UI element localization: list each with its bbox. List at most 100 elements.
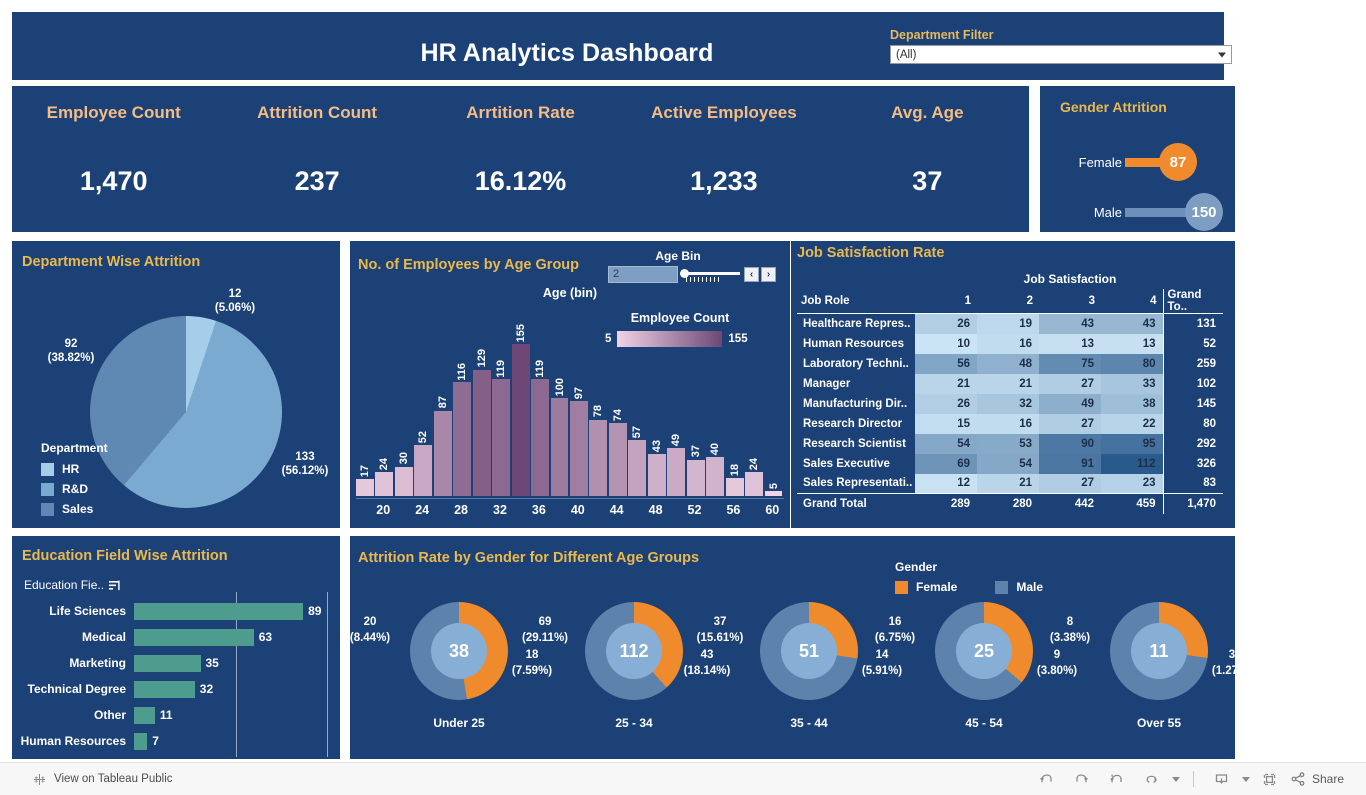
cell-value: 13 [1039, 333, 1101, 354]
age-group-bar[interactable]: 30 [394, 303, 413, 496]
education-category-label: Technical Degree [27, 682, 126, 696]
bar-rect [745, 472, 764, 496]
gender-attrition-female-row[interactable]: Female 87 [1060, 143, 1197, 181]
bar-value-label: 155 [514, 323, 527, 342]
fullscreen-button[interactable] [1255, 767, 1285, 791]
age-group-bar[interactable]: 116 [453, 303, 472, 496]
cell-grand-total: 102 [1162, 373, 1223, 394]
male-swatch [995, 580, 1009, 594]
age-group-bar[interactable]: 119 [492, 303, 511, 496]
col-header-4: 4 [1101, 289, 1163, 314]
age-group-bar[interactable]: 57 [628, 303, 647, 496]
age-group-bar[interactable]: 37 [686, 303, 705, 496]
gender-legend-female[interactable]: Female [895, 577, 957, 597]
gender-attrition-male-row[interactable]: Male 150 [1060, 193, 1223, 231]
age-bin-slider[interactable] [680, 266, 742, 283]
cell-value: 43 [1101, 313, 1163, 334]
cell-grand-total: 145 [1162, 393, 1223, 414]
age-group-bar[interactable]: 87 [433, 303, 452, 496]
age-bin-prev-button[interactable]: ‹ [744, 267, 759, 282]
education-bar-row[interactable]: Medical 63 [12, 624, 340, 650]
bar-rect [647, 453, 666, 496]
age-group-bar[interactable]: 97 [570, 303, 588, 496]
education-bar [134, 706, 155, 724]
x-axis-tick: 44 [609, 503, 624, 517]
age-group-bar[interactable]: 155 [511, 303, 530, 496]
department-filter-value: (All) [896, 48, 917, 61]
education-bar-row[interactable]: Marketing 35 [12, 650, 340, 676]
age-group-bar[interactable]: 78 [589, 303, 608, 496]
education-bar-row[interactable]: Life Sciences 89 [12, 598, 340, 624]
table-row[interactable]: Manager 21 21 27 33 102 [797, 373, 1223, 394]
bar-rect [492, 379, 511, 496]
bar-value-label: 129 [475, 349, 488, 368]
bar-value-label: 78 [592, 405, 605, 418]
education-bar-row[interactable]: Technical Degree 32 [12, 676, 340, 702]
table-row[interactable]: Research Scientist 54 53 90 95 292 [797, 433, 1223, 454]
bar-value-label: 116 [456, 362, 469, 381]
table-row[interactable]: Sales Representati.. 12 21 27 23 83 [797, 473, 1223, 494]
age-group-bar[interactable]: 119 [531, 303, 550, 496]
education-bar-row[interactable]: Human Resources 7 [12, 728, 340, 754]
department-attrition-title: Department Wise Attrition [22, 254, 201, 270]
share-button[interactable]: Share [1290, 771, 1344, 787]
age-group-bar[interactable]: 74 [608, 303, 627, 496]
sort-icon[interactable] [108, 579, 121, 592]
age-group-bar[interactable]: 17 [356, 303, 374, 496]
gender-attrition-female-bar [1125, 157, 1161, 167]
cell-value: 23 [1101, 473, 1163, 494]
donut-male-label: 37 (15.61%) [696, 616, 744, 644]
female-swatch [895, 580, 908, 594]
job-satisfaction-title: Job Satisfaction Rate [797, 245, 945, 261]
table-row[interactable]: Research Director 15 16 27 22 80 [797, 413, 1223, 434]
age-group-bar[interactable]: 49 [667, 303, 686, 496]
age-group-bar[interactable]: 5 [764, 303, 783, 496]
age-bin-slider-handle[interactable] [680, 269, 689, 278]
age-group-bar[interactable]: 18 [725, 303, 744, 496]
age-group-panel: No. of Employees by Age Group Age Bin 2 … [350, 241, 790, 528]
download-button[interactable] [1207, 767, 1237, 791]
department-legend-item[interactable]: R&D [41, 479, 108, 499]
donut-male-label: 20 (8.44%) [349, 616, 391, 644]
age-group-x-axis: 20 24 28 32 36 40 44 48 52 56 60 [356, 498, 784, 520]
table-row[interactable]: Human Resources 10 16 13 13 52 [797, 333, 1223, 354]
age-group-bar[interactable]: 129 [472, 303, 491, 496]
age-bin-input[interactable]: 2 [608, 266, 678, 283]
gender-legend-male[interactable]: Male [995, 577, 1043, 597]
department-legend-item[interactable]: Sales [41, 499, 108, 519]
age-group-bar[interactable]: 24 [745, 303, 764, 496]
age-bin-label: Age Bin [655, 249, 701, 263]
view-on-tableau-public-button[interactable]: View on Tableau Public [32, 772, 173, 787]
cell-value: 112 [1101, 453, 1163, 474]
education-bar [134, 602, 304, 620]
redo-button[interactable] [1067, 767, 1097, 791]
department-legend-item[interactable]: HR [41, 459, 108, 479]
table-row[interactable]: Healthcare Repres.. 26 19 43 43 131 [797, 313, 1223, 334]
cell-role: Manager [803, 377, 851, 390]
age-group-bar[interactable]: 24 [375, 303, 394, 496]
donut-male-label: 16 (6.75%) [874, 616, 916, 644]
table-row[interactable]: Manufacturing Dir.. 26 32 49 38 145 [797, 393, 1223, 414]
age-group-bar[interactable]: 100 [550, 303, 569, 496]
table-row[interactable]: Laboratory Techni.. 56 48 75 80 259 [797, 353, 1223, 374]
age-group-bar[interactable]: 43 [647, 303, 666, 496]
donut-total: 11 [1131, 623, 1187, 679]
refresh-button[interactable] [1137, 767, 1167, 791]
age-group-bar[interactable]: 40 [706, 303, 725, 496]
department-attrition-pie[interactable] [90, 316, 282, 508]
cell-value: 26 [915, 393, 977, 414]
education-bar-row[interactable]: Other 11 [12, 702, 340, 728]
age-bin-next-button[interactable]: › [761, 267, 776, 282]
bar-rect [453, 382, 472, 496]
pause-dropdown-caret-icon[interactable] [1171, 776, 1180, 782]
education-bar-value: 89 [308, 604, 322, 618]
cell-total-value: 459 [1101, 493, 1163, 514]
cell-value: 27 [1039, 373, 1101, 394]
age-group-bar[interactable]: 52 [414, 303, 433, 496]
download-dropdown-caret-icon[interactable] [1241, 776, 1250, 782]
revert-button[interactable] [1102, 767, 1132, 791]
department-filter-select[interactable]: (All) [890, 45, 1232, 64]
undo-button[interactable] [1032, 767, 1062, 791]
education-field-header[interactable]: Education Fie.. [24, 578, 121, 592]
table-row[interactable]: Sales Executive 69 54 91 112 326 [797, 453, 1223, 474]
